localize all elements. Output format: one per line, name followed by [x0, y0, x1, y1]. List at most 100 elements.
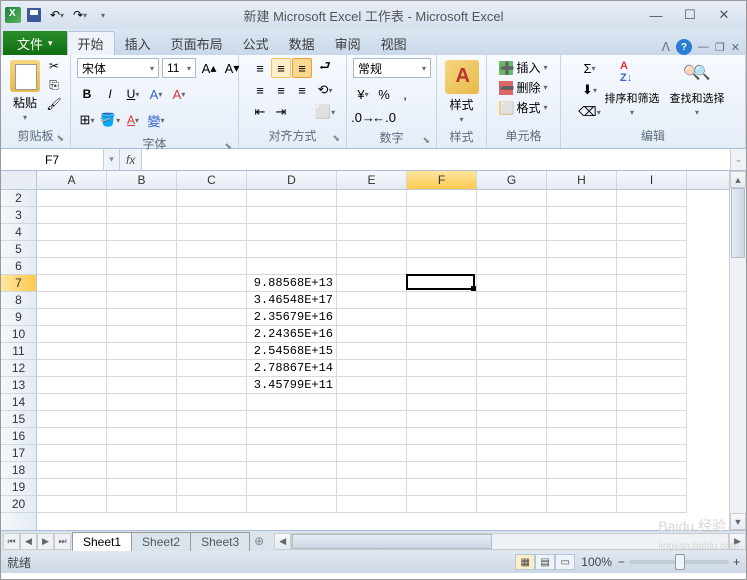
scroll-thumb-v[interactable]: [731, 188, 745, 258]
cell-C15[interactable]: [177, 411, 247, 428]
view-normal[interactable]: ▦: [515, 554, 535, 570]
cell-I2[interactable]: [617, 190, 687, 207]
border-button[interactable]: ⊞▾: [77, 110, 97, 130]
fill[interactable]: ⬇▾: [580, 80, 600, 100]
sheet-tab-1[interactable]: Sheet1: [72, 532, 132, 551]
cell-G5[interactable]: [477, 241, 547, 258]
col-header-F[interactable]: F: [407, 171, 477, 189]
cell-E18[interactable]: [337, 462, 407, 479]
scroll-thumb-h[interactable]: [292, 534, 492, 549]
format-cells[interactable]: ⬜格式▾: [497, 98, 549, 117]
cell-B5[interactable]: [107, 241, 177, 258]
col-header-B[interactable]: B: [107, 171, 177, 189]
cell-H3[interactable]: [547, 207, 617, 224]
cell-I16[interactable]: [617, 428, 687, 445]
format-painter[interactable]: 🖌: [45, 96, 63, 112]
cell-G16[interactable]: [477, 428, 547, 445]
cell-E2[interactable]: [337, 190, 407, 207]
row-header-20[interactable]: 20: [1, 496, 36, 513]
italic-button[interactable]: I: [100, 84, 120, 104]
cell-A10[interactable]: [37, 326, 107, 343]
cell-D11[interactable]: 2.54568E+15: [247, 343, 337, 360]
cell-B16[interactable]: [107, 428, 177, 445]
cell-C4[interactable]: [177, 224, 247, 241]
row-header-15[interactable]: 15: [1, 411, 36, 428]
styles-button[interactable]: 样式 ▾: [443, 58, 481, 126]
cell-G10[interactable]: [477, 326, 547, 343]
cell-I19[interactable]: [617, 479, 687, 496]
horizontal-scrollbar[interactable]: [291, 533, 729, 550]
cell-E13[interactable]: [337, 377, 407, 394]
close-button[interactable]: ✕: [714, 6, 734, 24]
cell-C16[interactable]: [177, 428, 247, 445]
cell-B18[interactable]: [107, 462, 177, 479]
copy-button[interactable]: ⎘: [45, 77, 63, 93]
cell-D18[interactable]: [247, 462, 337, 479]
qat-undo[interactable]: ↶▾: [47, 5, 67, 25]
cell-I5[interactable]: [617, 241, 687, 258]
increase-decimal[interactable]: .0→: [353, 107, 373, 127]
cell-E17[interactable]: [337, 445, 407, 462]
cell-A3[interactable]: [37, 207, 107, 224]
cell-H12[interactable]: [547, 360, 617, 377]
cell-G3[interactable]: [477, 207, 547, 224]
fill-color[interactable]: 🪣▾: [100, 110, 120, 130]
cell-I9[interactable]: [617, 309, 687, 326]
cell-G19[interactable]: [477, 479, 547, 496]
phonetic[interactable]: 變▾: [146, 110, 166, 130]
cell-A2[interactable]: [37, 190, 107, 207]
cell-C18[interactable]: [177, 462, 247, 479]
cell-A14[interactable]: [37, 394, 107, 411]
cell-D4[interactable]: [247, 224, 337, 241]
wrap-text[interactable]: ⮐: [315, 58, 335, 78]
cell-E20[interactable]: [337, 496, 407, 513]
cell-A16[interactable]: [37, 428, 107, 445]
cell-H4[interactable]: [547, 224, 617, 241]
cell-E6[interactable]: [337, 258, 407, 275]
cell-B3[interactable]: [107, 207, 177, 224]
cell-A4[interactable]: [37, 224, 107, 241]
cell-G15[interactable]: [477, 411, 547, 428]
col-header-C[interactable]: C: [177, 171, 247, 189]
align-middle[interactable]: ≡: [271, 58, 291, 78]
cell-G6[interactable]: [477, 258, 547, 275]
cell-H19[interactable]: [547, 479, 617, 496]
cell-G7[interactable]: [477, 275, 547, 292]
cell-I4[interactable]: [617, 224, 687, 241]
cell-C5[interactable]: [177, 241, 247, 258]
cell-A20[interactable]: [37, 496, 107, 513]
align-dialog[interactable]: ⬊: [332, 133, 340, 144]
cell-D5[interactable]: [247, 241, 337, 258]
cell-D2[interactable]: [247, 190, 337, 207]
align-center[interactable]: ≡: [271, 80, 291, 100]
cell-G13[interactable]: [477, 377, 547, 394]
cell-H7[interactable]: [547, 275, 617, 292]
cell-A11[interactable]: [37, 343, 107, 360]
cell-F10[interactable]: [407, 326, 477, 343]
cell-F11[interactable]: [407, 343, 477, 360]
increase-font[interactable]: A▴: [199, 58, 219, 78]
cell-A18[interactable]: [37, 462, 107, 479]
cell-I10[interactable]: [617, 326, 687, 343]
cell-C9[interactable]: [177, 309, 247, 326]
tab-view[interactable]: 视图: [371, 31, 417, 55]
cell-B7[interactable]: [107, 275, 177, 292]
maximize-button[interactable]: ☐: [680, 6, 700, 24]
cell-I17[interactable]: [617, 445, 687, 462]
cell-G20[interactable]: [477, 496, 547, 513]
cell-I18[interactable]: [617, 462, 687, 479]
cell-D14[interactable]: [247, 394, 337, 411]
cell-E15[interactable]: [337, 411, 407, 428]
cell-H8[interactable]: [547, 292, 617, 309]
tab-nav-first[interactable]: ⏮: [3, 533, 20, 550]
cell-D16[interactable]: [247, 428, 337, 445]
align-right[interactable]: ≡: [292, 80, 312, 100]
cell-C20[interactable]: [177, 496, 247, 513]
row-header-6[interactable]: 6: [1, 258, 36, 275]
cell-H15[interactable]: [547, 411, 617, 428]
underline-button[interactable]: U▾: [123, 84, 143, 104]
clipboard-dialog[interactable]: ⬊: [56, 133, 64, 144]
font-color3[interactable]: A▾: [123, 110, 143, 130]
merge-cells[interactable]: ⬜▾: [315, 102, 335, 122]
cell-D9[interactable]: 2.35679E+16: [247, 309, 337, 326]
